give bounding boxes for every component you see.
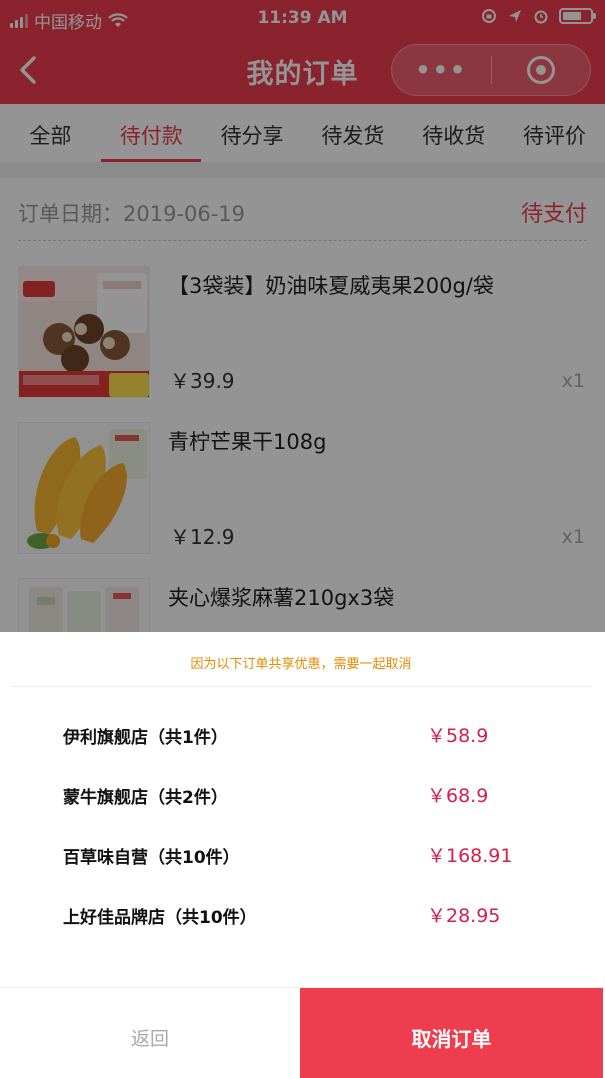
shop-price: ￥28.95 bbox=[427, 905, 501, 927]
shop-name: 百草味自营（共10件） bbox=[63, 848, 240, 868]
shared-discount-notice: 因为以下订单共享优惠，需要一起取消 bbox=[10, 632, 592, 687]
shop-row: 百草味自营（共10件） ￥168.91 bbox=[63, 843, 543, 873]
shop-name: 蒙牛旗舰店（共2件） bbox=[63, 788, 228, 808]
back-button[interactable]: 返回 bbox=[0, 988, 300, 1078]
shop-name: 伊利旗舰店（共1件） bbox=[63, 728, 228, 748]
shop-price: ￥68.9 bbox=[427, 785, 489, 807]
shop-name: 上好佳品牌店（共10件） bbox=[63, 908, 257, 928]
cancel-order-sheet: 因为以下订单共享优惠，需要一起取消 伊利旗舰店（共1件） ￥58.9 蒙牛旗舰店… bbox=[0, 632, 605, 1078]
shop-row: 上好佳品牌店（共10件） ￥28.95 bbox=[63, 903, 543, 933]
sheet-footer: 返回 取消订单 bbox=[0, 987, 605, 1078]
shop-price: ￥58.9 bbox=[427, 725, 489, 747]
shop-price: ￥168.91 bbox=[427, 845, 513, 867]
shop-row: 伊利旗舰店（共1件） ￥58.9 bbox=[63, 723, 543, 753]
modal-backdrop[interactable] bbox=[0, 0, 605, 632]
shop-row: 蒙牛旗舰店（共2件） ￥68.9 bbox=[63, 783, 543, 813]
cancel-order-button[interactable]: 取消订单 bbox=[300, 988, 603, 1078]
